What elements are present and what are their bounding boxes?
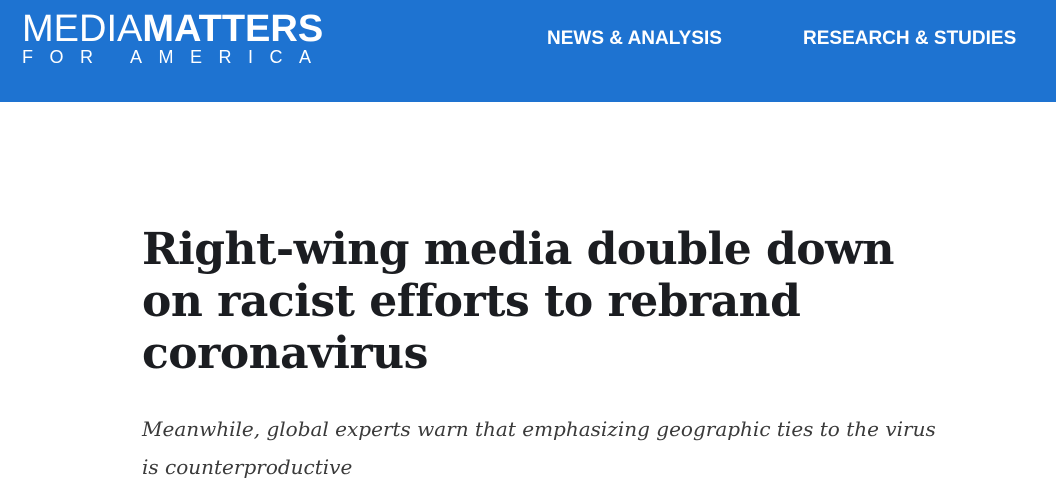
- site-header: MEDIAMATTERS FOR AMERICA NEWS & ANALYSIS…: [0, 0, 1056, 102]
- nav-research-studies[interactable]: RESEARCH & STUDIES: [803, 28, 1016, 50]
- logo-word-media: MEDIA: [22, 8, 143, 50]
- article-title: Right-wing media double down on racist e…: [142, 224, 895, 379]
- article-subtitle: Meanwhile, global experts warn that emph…: [142, 417, 936, 479]
- logo-word-matters: MATTERS: [142, 8, 324, 50]
- site-logo[interactable]: MEDIAMATTERS FOR AMERICA: [22, 10, 328, 66]
- logo-tagline: FOR AMERICA: [22, 47, 328, 67]
- logo-wordmark: MEDIAMATTERS: [22, 10, 328, 48]
- nav-news-analysis[interactable]: NEWS & ANALYSIS: [547, 28, 722, 50]
